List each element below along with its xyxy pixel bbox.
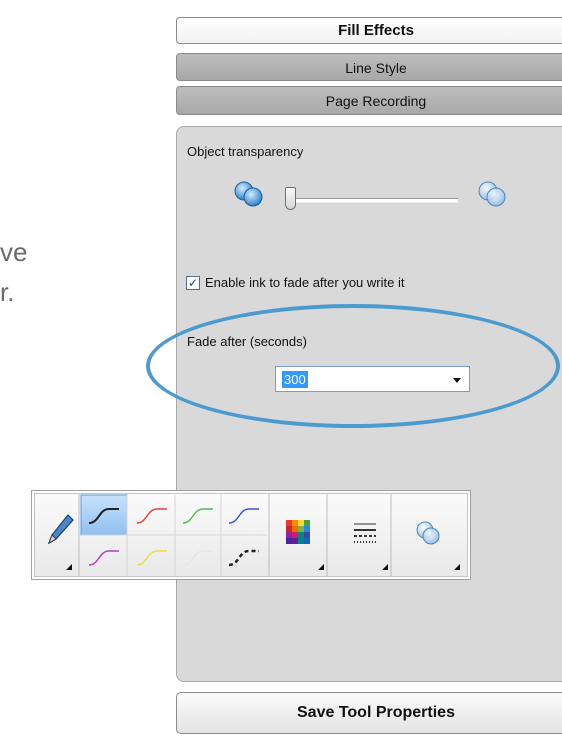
- line-swatch-dashed: [228, 549, 259, 567]
- fade-ink-checkbox[interactable]: ✓: [186, 276, 200, 290]
- line-swatch-green: [182, 508, 213, 524]
- slide-text-fragment-2: r.: [0, 277, 15, 307]
- transparency-label: Object transparency: [187, 144, 304, 159]
- line-swatch-black: [88, 508, 119, 524]
- pen-icon[interactable]: [46, 512, 76, 546]
- tab-line-style[interactable]: Line Style: [176, 53, 562, 81]
- slide-text-fragment-1: ve: [0, 237, 28, 267]
- line-swatch-white: [182, 550, 213, 566]
- transparency-slider-thumb[interactable]: [285, 187, 296, 210]
- opaque-circles-icon: [234, 181, 263, 207]
- pen-dropdown-arrow[interactable]: [66, 564, 72, 570]
- save-tool-properties-button[interactable]: Save Tool Properties: [176, 692, 562, 734]
- highlight-ellipse: [146, 304, 560, 428]
- color-palette-icon[interactable]: [286, 520, 310, 544]
- line-swatch-blue: [228, 508, 259, 524]
- line-swatches[interactable]: [81, 495, 269, 577]
- transparency-slider-track[interactable]: [290, 198, 458, 203]
- line-swatch-purple: [88, 550, 119, 566]
- transparent-circles-icon: [478, 181, 506, 207]
- line-swatch-yellow: [136, 550, 167, 566]
- line-style-icon[interactable]: [354, 522, 376, 544]
- line-swatch-red: [136, 508, 167, 524]
- line-style-dropdown-arrow[interactable]: [382, 564, 388, 570]
- transparency-dropdown-arrow[interactable]: [454, 564, 460, 570]
- tab-page-recording[interactable]: Page Recording: [176, 86, 562, 115]
- tab-fill-effects[interactable]: Fill Effects: [176, 17, 562, 44]
- palette-dropdown-arrow[interactable]: [318, 564, 324, 570]
- fade-ink-checkbox-label: Enable ink to fade after you write it: [205, 275, 405, 290]
- transparency-icon[interactable]: [415, 520, 441, 546]
